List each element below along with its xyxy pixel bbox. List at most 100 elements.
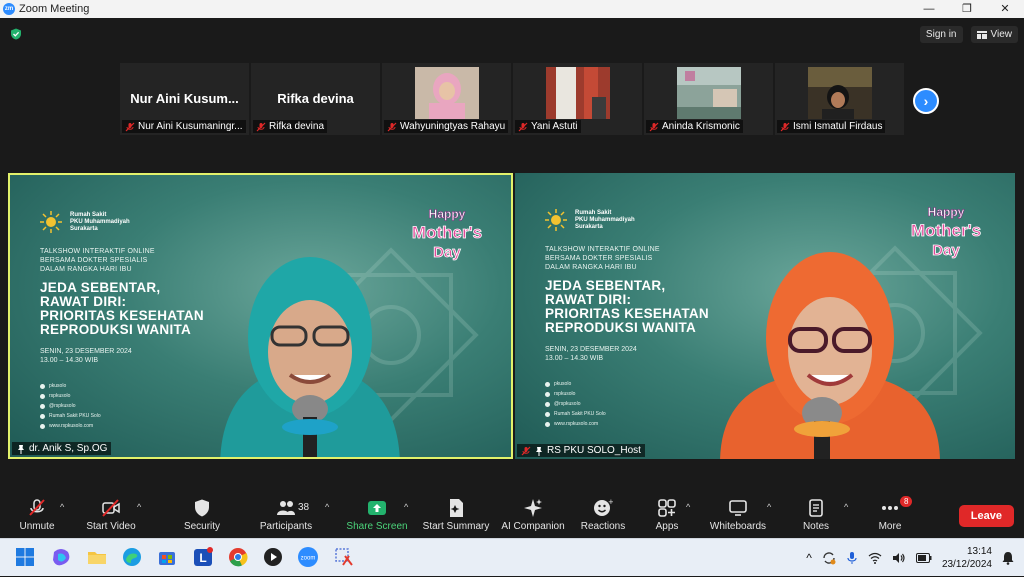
svg-text:+: + — [608, 498, 613, 506]
linkedin-app-icon[interactable]: L — [192, 546, 214, 568]
speaker-name: dr. Anik S, Sp.OG — [29, 443, 108, 454]
sparkle-icon — [524, 499, 542, 517]
mic-muted-icon — [649, 122, 659, 131]
participants-chevron-icon[interactable]: ^ — [325, 502, 329, 512]
reactions-label: Reactions — [580, 521, 626, 532]
windows-taskbar: L zoom ^ 13:14 23/12/2024 — [0, 538, 1024, 576]
date-line: SENIN, 23 DESEMBER 2024 — [40, 348, 132, 355]
unmute-button[interactable]: Unmute — [0, 498, 77, 532]
whiteboards-chevron-icon[interactable]: ^ — [767, 502, 771, 512]
more-button[interactable]: More — [850, 498, 930, 532]
microphone-tray-icon[interactable] — [846, 551, 858, 565]
clock-time: 13:14 — [966, 546, 992, 557]
social-item: @rspkusolo — [545, 399, 606, 409]
notes-chevron-icon[interactable]: ^ — [844, 502, 848, 512]
participant-label: Nur Aini Kusumaningr... — [122, 120, 246, 133]
meeting-area: Sign in View Nur Aini Kusum... Nur Aini … — [0, 18, 1024, 496]
social-item: www.rspkusolo.com — [545, 419, 606, 429]
pin-icon — [18, 444, 24, 454]
audio-options-chevron-icon[interactable]: ^ — [60, 502, 64, 512]
speaker-tile[interactable]: Rumah Sakit PKU Muhammadiyah Surakarta H… — [515, 173, 1015, 459]
participant-tile[interactable]: Nur Aini Kusum... Nur Aini Kusumaningr..… — [120, 63, 249, 135]
participant-display-name: Rifka devina — [277, 91, 354, 106]
media-player-icon[interactable] — [262, 546, 284, 568]
sync-icon[interactable] — [822, 551, 836, 565]
badge-mothers: Mother's — [911, 221, 981, 240]
zoom-taskbar-label: zoom — [301, 556, 316, 562]
participant-tile[interactable]: Wahyuningtyas Rahayu — [382, 63, 511, 135]
participant-strip: Nur Aini Kusum... Nur Aini Kusumaningr..… — [120, 63, 904, 135]
social-text: www.rspkusolo.com — [49, 423, 94, 429]
social-item: pkusolo — [545, 379, 606, 389]
whiteboards-button[interactable]: Whiteboards — [698, 498, 778, 532]
encryption-shield-icon[interactable] — [10, 28, 22, 40]
talkshow-subtitle: TALKSHOW INTERAKTIF ONLINE BERSAMA DOKTE… — [545, 245, 685, 272]
notification-bell-icon[interactable] — [1002, 551, 1014, 565]
sign-in-button[interactable]: Sign in — [919, 26, 963, 43]
next-page-arrow-icon[interactable]: › — [913, 88, 939, 114]
participant-video — [807, 67, 872, 119]
org-line: Rumah Sakit — [70, 211, 107, 218]
social-icon — [40, 403, 45, 409]
mic-muted-icon — [125, 122, 135, 131]
tray-overflow-chevron-icon[interactable]: ^ — [806, 551, 812, 565]
mic-off-icon — [29, 499, 45, 516]
pin-icon — [536, 446, 542, 456]
mic-muted-icon — [387, 122, 397, 131]
sun-logo-icon — [545, 209, 567, 231]
speaker-video — [720, 252, 940, 459]
sun-logo-icon — [40, 211, 62, 233]
talkshow-line: TALKSHOW INTERAKTIF ONLINE — [545, 246, 660, 253]
event-date: SENIN, 23 DESEMBER 2024 13.00 – 14.30 WI… — [545, 345, 665, 363]
org-line: Surakarta — [575, 223, 603, 230]
talkshow-line: DALAM RANGKA HARI IBU — [545, 264, 637, 271]
social-text: @rspkusolo — [554, 401, 581, 407]
maximize-button[interactable]: ❐ — [948, 0, 986, 18]
view-button[interactable]: View — [970, 26, 1018, 43]
wifi-icon[interactable] — [868, 552, 882, 564]
copilot-icon[interactable] — [50, 546, 72, 568]
leave-button[interactable]: Leave — [958, 505, 1014, 527]
edge-browser-icon[interactable] — [121, 546, 143, 568]
chrome-browser-icon[interactable] — [227, 546, 249, 568]
speaker-video — [220, 257, 400, 457]
windows-start-icon[interactable] — [14, 546, 36, 568]
participants-button[interactable]: Participants — [246, 498, 326, 532]
more-label: More — [878, 521, 902, 532]
social-links: pkusolo rspkusolo @rspkusolo Rumah Sakit… — [545, 379, 606, 429]
participant-tile[interactable]: Ismi Ismatul Firdaus — [775, 63, 904, 135]
participant-tile[interactable]: Aninda Krismonic — [644, 63, 773, 135]
zoom-app-icon: zm — [3, 3, 15, 15]
time-line: 13.00 – 14.30 WIB — [40, 357, 98, 364]
battery-icon[interactable] — [915, 553, 932, 563]
social-item: pkusolo — [40, 381, 101, 391]
social-icon — [545, 411, 550, 417]
start-summary-button[interactable]: Start Summary — [416, 498, 496, 532]
share-options-chevron-icon[interactable]: ^ — [404, 502, 408, 512]
apps-button[interactable]: Apps — [627, 498, 707, 532]
file-explorer-icon[interactable] — [86, 546, 108, 568]
participants-count: 38 — [298, 502, 310, 513]
svg-text:L: L — [199, 551, 206, 565]
minimize-button[interactable]: — — [910, 0, 948, 18]
badge-mothers: Mother's — [412, 223, 482, 242]
time-line: 13.00 – 14.30 WIB — [545, 355, 603, 362]
participant-tile[interactable]: Yani Astuti — [513, 63, 642, 135]
zoom-taskbar-icon[interactable]: zoom — [297, 546, 319, 568]
participant-label: Ismi Ismatul Firdaus — [777, 120, 886, 133]
speaker-tile-active[interactable]: Rumah Sakit PKU Muhammadiyah Surakarta H… — [8, 173, 513, 459]
security-button[interactable]: Security — [162, 498, 242, 532]
apps-chevron-icon[interactable]: ^ — [686, 502, 690, 512]
snipping-tool-icon[interactable] — [333, 546, 355, 568]
social-icon — [40, 393, 45, 399]
participant-tile[interactable]: Rifka devina Rifka devina — [251, 63, 380, 135]
ai-companion-button[interactable]: AI Companion — [493, 498, 573, 532]
microsoft-store-icon[interactable] — [156, 546, 178, 568]
speaker-volume-icon[interactable] — [892, 552, 906, 564]
video-options-chevron-icon[interactable]: ^ — [137, 502, 141, 512]
meeting-toolbar: Unmute ^ Start Video ^ Security Particip… — [0, 496, 1024, 538]
close-window-button[interactable]: ✕ — [986, 0, 1024, 18]
ai-companion-label: AI Companion — [501, 521, 565, 532]
system-clock[interactable]: 13:14 23/12/2024 — [942, 545, 992, 571]
sign-in-label: Sign in — [925, 29, 957, 40]
